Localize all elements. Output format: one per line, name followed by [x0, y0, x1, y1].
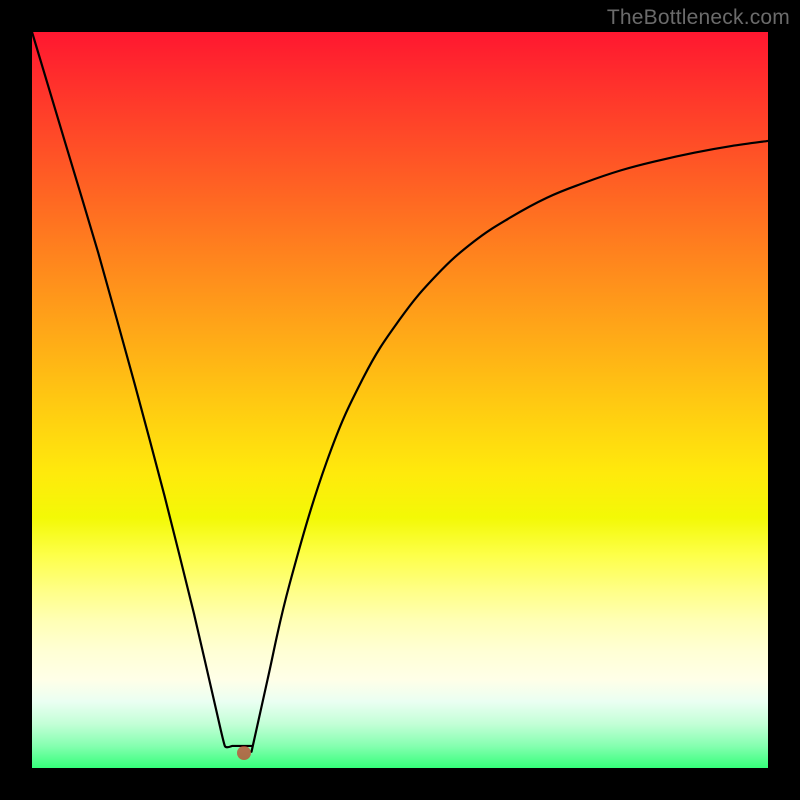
bottleneck-curve — [32, 32, 768, 768]
plot-area — [32, 32, 768, 768]
curve-path — [32, 32, 768, 752]
minimum-marker — [237, 746, 251, 760]
chart-frame: TheBottleneck.com — [0, 0, 800, 800]
watermark-text: TheBottleneck.com — [607, 6, 790, 30]
